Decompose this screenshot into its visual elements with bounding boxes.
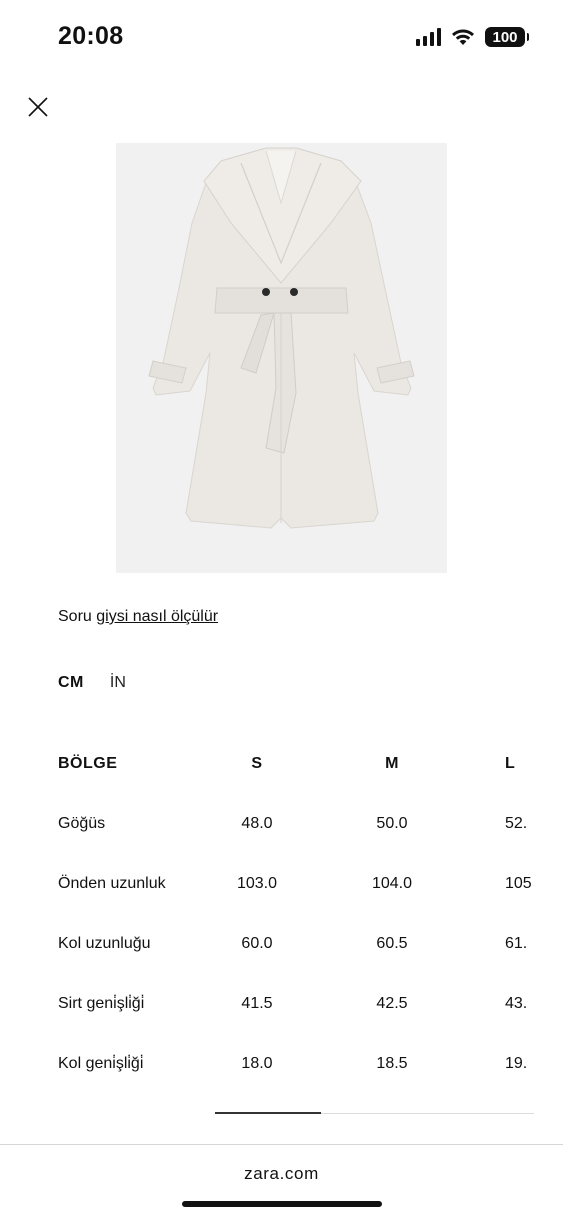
close-button[interactable] [26, 95, 50, 119]
close-icon [28, 97, 48, 117]
cell-l: 52. [505, 815, 528, 832]
row-label: Kol uzunluğu [58, 935, 151, 952]
cell-l: 43. [505, 995, 528, 1012]
unit-tab-cm[interactable]: CM [58, 674, 84, 692]
status-icons: 100 [416, 27, 529, 47]
cell-s: 48.0 [241, 815, 273, 832]
unit-tabs: CM İN [58, 674, 126, 692]
measure-guide-link[interactable]: giysi nasıl ölçülür [96, 608, 218, 625]
table-header: BÖLGE S M L [0, 735, 563, 795]
unit-tab-in[interactable]: İN [110, 674, 126, 692]
home-indicator[interactable] [182, 1201, 382, 1207]
size-table: BÖLGE S M L Göğüs 48.0 50.0 52. Önden uz… [0, 735, 563, 1095]
header-size-s: S [251, 755, 263, 772]
row-label: Göğüs [58, 815, 106, 832]
cell-l: 61. [505, 935, 528, 952]
status-time: 20:08 [58, 22, 124, 50]
battery-icon: 100 [485, 27, 529, 47]
measure-guide-line: Soru giysi nasıl ölçülür [58, 608, 218, 626]
cell-s: 41.5 [241, 995, 273, 1012]
wifi-icon [452, 29, 474, 45]
table-row: Kol geni̇şli̇ği̇ 18.0 18.5 19. [0, 1035, 563, 1095]
header-size-l: L [505, 755, 516, 772]
coat-illustration [148, 147, 415, 529]
table-row: Sirt geni̇şli̇ği̇ 41.5 42.5 43. [0, 975, 563, 1035]
table-row: Kol uzunluğu 60.0 60.5 61. [0, 915, 563, 975]
guide-prefix: Soru [58, 608, 92, 625]
header-size-m: M [385, 755, 399, 772]
header-region: BÖLGE [58, 755, 118, 772]
horizontal-scrollbar[interactable] [215, 1112, 534, 1114]
url-text[interactable]: zara.com [0, 1164, 563, 1184]
cell-m: 50.0 [376, 815, 408, 832]
cell-m: 104.0 [371, 875, 413, 892]
battery-level: 100 [492, 28, 518, 46]
row-label: Önden uzunluk [58, 875, 166, 892]
cell-s: 103.0 [236, 875, 278, 892]
browser-bottom-bar: zara.com [0, 1144, 563, 1219]
product-image [116, 143, 447, 573]
status-bar: 20:08 100 [0, 0, 563, 76]
cell-s: 60.0 [241, 935, 273, 952]
scrollbar-thumb[interactable] [215, 1112, 321, 1114]
cellular-signal-icon [416, 28, 441, 46]
table-row: Göğüs 48.0 50.0 52. [0, 795, 563, 855]
cell-s: 18.0 [241, 1055, 273, 1072]
row-label: Sirt geni̇şli̇ği̇ [58, 995, 145, 1012]
table-row: Önden uzunluk 103.0 104.0 105 [0, 855, 563, 915]
cell-l: 19. [505, 1055, 528, 1072]
row-label: Kol geni̇şli̇ği̇ [58, 1055, 144, 1072]
cell-l: 105 [505, 875, 532, 892]
cell-m: 18.5 [376, 1055, 408, 1072]
cell-m: 60.5 [376, 935, 408, 952]
cell-m: 42.5 [376, 995, 408, 1012]
